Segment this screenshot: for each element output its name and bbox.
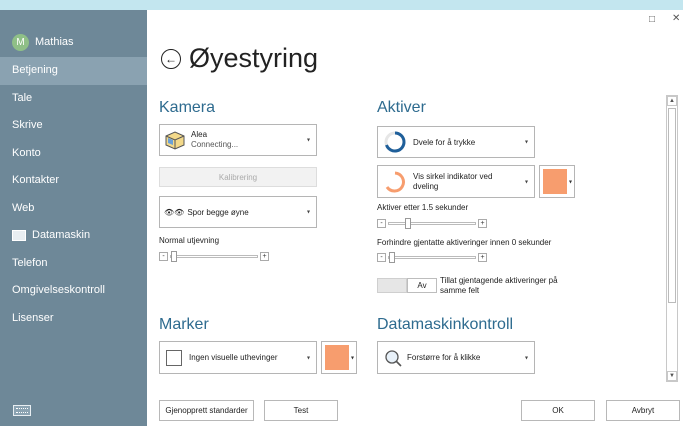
chevron-down-icon: ▾	[524, 179, 528, 185]
test-button[interactable]: Test	[264, 400, 338, 421]
prevent-repeat-slider[interactable]: - +	[377, 251, 487, 263]
section-title-kamera: Kamera	[159, 99, 216, 116]
camera-status: Connecting...	[191, 140, 239, 149]
page-header: ← Øyestyring	[161, 43, 318, 74]
allow-repeat-toggle[interactable]: Av	[377, 278, 437, 293]
chevron-down-icon: ▾	[524, 139, 528, 146]
sidebar-item-lisenser[interactable]: Lisenser	[0, 305, 147, 333]
slider-thumb[interactable]	[405, 217, 411, 229]
sidebar-item-web[interactable]: Web	[0, 195, 147, 223]
activation-mode-value: Dvele for å trykke	[413, 137, 476, 147]
decrease-button[interactable]: -	[377, 252, 386, 262]
main-panel: □ ✕ ← Øyestyring Kamera Alea Connecting.…	[147, 10, 683, 426]
eyes-icon: 👁👁	[164, 207, 185, 217]
sidebar-item-label: Konto	[12, 146, 41, 159]
sidebar-item-omgivelseskontroll[interactable]: Omgivelseskontroll	[0, 277, 147, 305]
cancel-button[interactable]: Avbryt	[606, 400, 680, 421]
activation-mode-dropdown[interactable]: Dvele for å trykke ▾	[377, 126, 535, 158]
toggle-track	[377, 278, 407, 293]
dwell-ring-icon	[384, 131, 406, 153]
sidebar-item-telefon[interactable]: Telefon	[0, 250, 147, 278]
reset-defaults-button[interactable]: Gjenopprett standarder	[159, 400, 254, 421]
sidebar-item-label: Betjening	[12, 64, 58, 76]
page-title: Øyestyring	[189, 43, 319, 73]
sidebar-item-label: Datamaskin	[32, 229, 91, 241]
sidebar-item-tale[interactable]: Tale	[0, 85, 147, 113]
marker-style-value: Ingen visuelle uthevinger	[189, 353, 278, 362]
close-icon[interactable]: ✕	[672, 13, 680, 24]
calibrate-button[interactable]: Kalibrering	[159, 167, 317, 187]
section-title-marker: Marker	[159, 316, 209, 333]
computer-control-value: Forstørre for å klikke	[407, 353, 481, 362]
magnifier-icon	[385, 349, 402, 367]
chevron-down-icon: ▾	[568, 179, 572, 185]
camera-name: Alea	[191, 130, 208, 139]
increase-button[interactable]: +	[478, 218, 487, 228]
scrollbar-thumb[interactable]	[668, 108, 676, 303]
prevent-repeat-label: Forhindre gjentatte aktiveringer innen 0…	[377, 238, 552, 247]
avatar: M	[12, 33, 29, 51]
toggle-state: Av	[407, 278, 437, 293]
monitor-icon	[12, 230, 26, 242]
slider-thumb[interactable]	[171, 250, 177, 262]
empty-box-icon	[166, 349, 182, 366]
decrease-button[interactable]: -	[377, 218, 386, 228]
section-title-aktiver: Aktiver	[377, 99, 426, 116]
keyboard-icon[interactable]	[13, 405, 31, 416]
increase-button[interactable]: +	[478, 252, 487, 262]
ok-button[interactable]: OK	[521, 400, 595, 421]
camera-device-icon	[165, 131, 185, 150]
sidebar-item-label: Tale	[12, 91, 33, 104]
sidebar-item-label: Web	[12, 201, 35, 214]
sidebar-item-konto[interactable]: Konto	[0, 140, 147, 168]
chevron-down-icon: ▾	[350, 355, 354, 361]
indicator-dropdown[interactable]: Vis sirkel indikator ved dveling ▾	[377, 165, 535, 198]
sidebar-item-label: Kontakter	[12, 174, 60, 186]
activate-after-label: Aktiver etter 1.5 sekunder	[377, 203, 469, 212]
indicator-color-picker[interactable]: ▾	[539, 165, 575, 198]
chevron-down-icon: ▾	[306, 209, 310, 216]
increase-button[interactable]: +	[260, 251, 269, 261]
sidebar-item-label: Telefon	[12, 256, 48, 269]
chevron-down-icon: ▾	[524, 355, 528, 361]
user-profile[interactable]: M Mathias	[0, 27, 147, 57]
computer-control-dropdown[interactable]: Forstørre for å klikke ▾	[377, 341, 535, 374]
sidebar-item-label: Omgivelseskontroll	[12, 284, 105, 296]
chevron-down-icon: ▾	[306, 137, 310, 144]
sidebar: M Mathias Betjening Tale Skrive Konto Ko…	[0, 10, 147, 426]
color-swatch	[325, 345, 349, 370]
scroll-up-icon[interactable]: ▲	[667, 96, 677, 106]
eye-mode-value: Spor begge øyne	[187, 207, 249, 217]
sidebar-item-betjening[interactable]: Betjening	[0, 57, 147, 85]
sidebar-item-label: Skrive	[12, 119, 43, 131]
smoothing-label: Normal utjevning	[159, 236, 220, 245]
indicator-value: Vis sirkel indikator ved dveling	[413, 171, 493, 191]
scroll-down-icon[interactable]: ▼	[667, 371, 677, 381]
color-swatch	[543, 169, 567, 194]
activate-after-slider[interactable]: - +	[377, 217, 487, 229]
user-name: Mathias	[35, 36, 74, 48]
indicator-ring-icon	[385, 171, 405, 192]
maximize-icon[interactable]: □	[649, 14, 655, 25]
eye-mode-dropdown[interactable]: 👁👁 Spor begge øyne ▾	[159, 196, 317, 228]
camera-dropdown[interactable]: Alea Connecting... ▾	[159, 124, 317, 156]
sidebar-item-skrive[interactable]: Skrive	[0, 112, 147, 140]
sidebar-item-datamaskin[interactable]: Datamaskin	[0, 222, 147, 250]
sidebar-item-kontakter[interactable]: Kontakter	[0, 167, 147, 195]
section-title-datamaskinkontroll: Datamaskinkontroll	[377, 316, 514, 333]
chevron-down-icon: ▾	[306, 355, 310, 361]
marker-color-picker[interactable]: ▾	[321, 341, 357, 374]
smoothing-slider[interactable]: - +	[159, 250, 269, 262]
sidebar-item-label: Lisenser	[12, 311, 54, 324]
allow-repeat-label: Tillat gjentagende aktiveringer på samme…	[440, 276, 558, 295]
slider-thumb[interactable]	[389, 251, 395, 263]
back-arrow-icon[interactable]: ←	[161, 48, 181, 69]
decrease-button[interactable]: -	[159, 251, 168, 261]
marker-style-dropdown[interactable]: Ingen visuelle uthevinger ▾	[159, 341, 317, 374]
scrollbar[interactable]: ▲ ▼	[666, 95, 678, 382]
